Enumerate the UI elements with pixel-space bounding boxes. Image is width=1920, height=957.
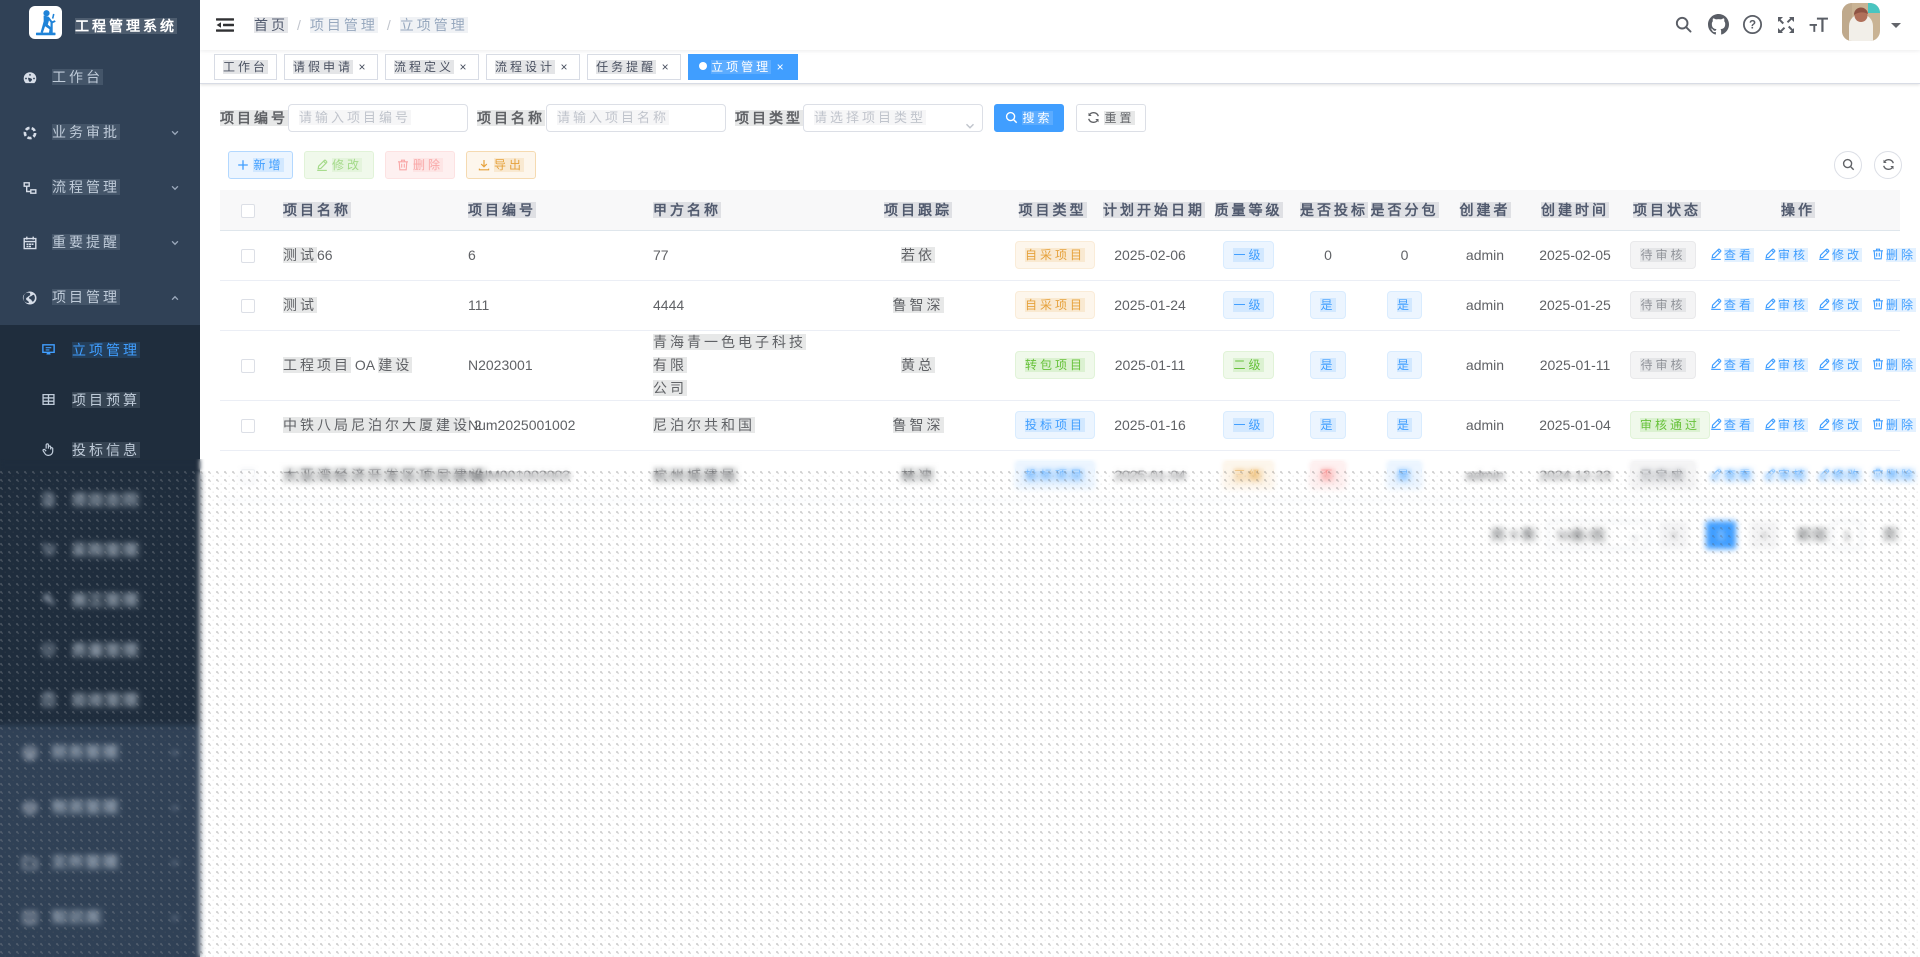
svg-text:?: ?: [1749, 20, 1756, 32]
